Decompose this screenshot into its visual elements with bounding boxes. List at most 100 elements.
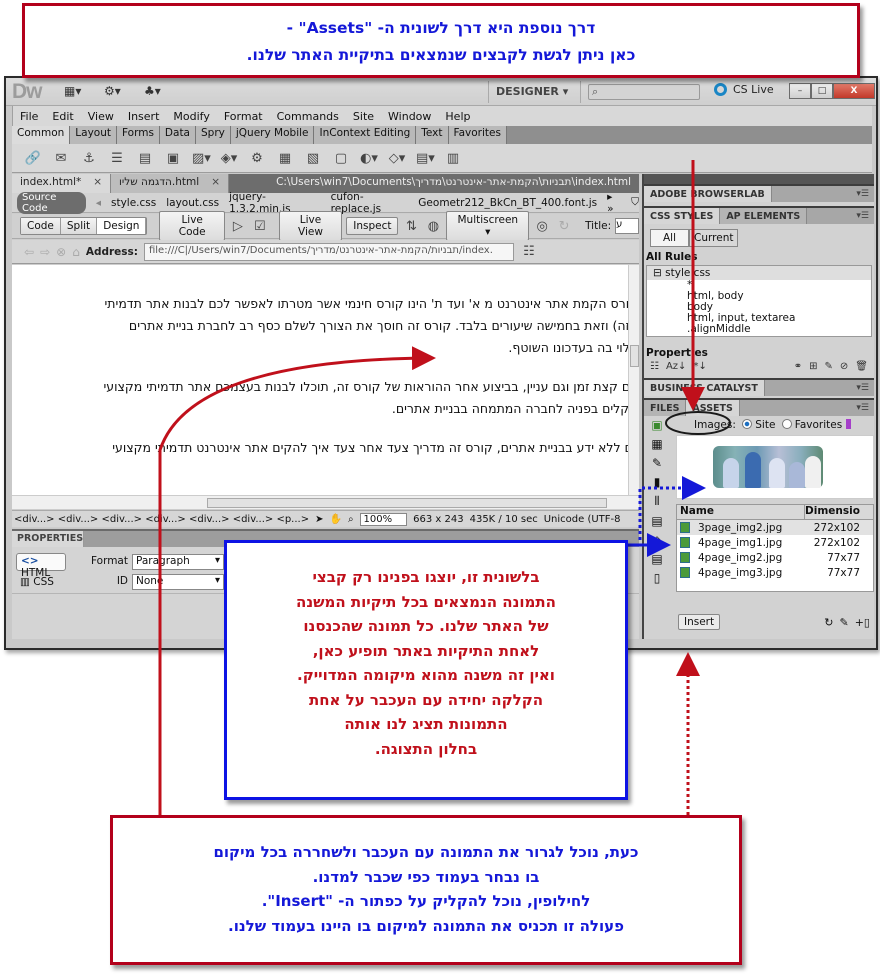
refresh-icon[interactable]: ↻ <box>555 219 573 234</box>
disable-icon[interactable]: ⊘ <box>840 361 848 372</box>
live-view-button[interactable]: Live View <box>278 211 343 241</box>
design-view-button[interactable]: Design <box>97 218 147 234</box>
code-view-button[interactable]: Code <box>21 218 61 234</box>
filter-icon[interactable]: ⛉ <box>631 196 639 209</box>
scripts-category-icon[interactable]: ◇ <box>652 533 661 547</box>
scroll-thumb[interactable] <box>630 345 639 367</box>
menu-view[interactable]: View <box>81 110 121 123</box>
asset-row[interactable]: 4page_img2.jpg 77x77 <box>677 550 873 565</box>
doc-tab-demo[interactable]: הדגמה שליו.html × <box>111 174 229 193</box>
menu-edit[interactable]: Edit <box>45 110 80 123</box>
favorites-radio-label[interactable]: Favorites <box>795 419 842 431</box>
related-file[interactable]: Geometr212_BkCn_BT_400.font.js <box>418 197 597 209</box>
preview-browser-icon[interactable]: ◍ <box>424 219 442 234</box>
file-management-icon[interactable]: ⇅ <box>402 219 420 234</box>
flash-category-icon[interactable]: ▮ <box>654 475 661 489</box>
window-size[interactable]: 663 x 243 <box>413 514 463 525</box>
back-icon[interactable]: ⇦ <box>24 245 34 259</box>
tab-files[interactable]: FILES <box>644 400 687 416</box>
design-view[interactable]: קורס הקמת אתר אינטרנט מ א' ועד ת' הינו ק… <box>12 265 628 495</box>
favorites-radio[interactable] <box>781 419 792 429</box>
menu-file[interactable]: File <box>13 110 45 123</box>
related-file[interactable]: style.css <box>111 197 156 209</box>
name-column-header[interactable]: Name <box>677 505 805 519</box>
templates-category-icon[interactable]: ▤ <box>651 552 662 566</box>
id-select[interactable]: None <box>132 574 224 590</box>
close-tab-icon[interactable]: × <box>211 176 220 188</box>
select-tool-icon[interactable]: ➤ <box>315 514 323 525</box>
css-rule[interactable]: .alignMiddle <box>647 324 871 335</box>
insert-tab-favorites[interactable]: Favorites <box>448 126 507 144</box>
multiscreen-button[interactable]: Multiscreen ▾ <box>446 211 530 241</box>
dimensions-column-header[interactable]: Dimensio <box>805 505 860 519</box>
head-icon[interactable]: ◐▾ <box>360 151 378 166</box>
library-category-icon[interactable]: ▯ <box>654 571 661 585</box>
tab-ap-elements[interactable]: AP ELEMENTS <box>720 208 808 224</box>
zoom-tool-icon[interactable]: ⌕ <box>348 514 354 525</box>
site-radio-label[interactable]: Site <box>755 419 775 431</box>
menu-format[interactable]: Format <box>217 110 270 123</box>
templates-icon[interactable]: ▤▾ <box>416 151 435 166</box>
related-file[interactable]: cufon-replace.js <box>331 191 409 215</box>
css-rule[interactable]: * <box>647 280 871 291</box>
minimize-button[interactable]: – <box>789 83 811 99</box>
stylesheet-node[interactable]: ⊟ style.css <box>647 266 871 280</box>
menu-commands[interactable]: Commands <box>270 110 346 123</box>
tab-css-styles[interactable]: CSS STYLES <box>644 208 721 224</box>
doc-tab-index[interactable]: index.html* × <box>12 174 112 193</box>
current-button[interactable]: Current <box>689 229 739 247</box>
media-icon[interactable]: ◈▾ <box>220 151 238 166</box>
insert-tab-spry[interactable]: Spry <box>196 126 231 144</box>
comment-icon[interactable]: ▢ <box>332 151 350 166</box>
home-icon[interactable]: ⌂ <box>72 245 80 259</box>
horizontal-rule-icon[interactable]: ☰ <box>108 151 126 166</box>
images-icon[interactable]: ▨▾ <box>192 151 211 166</box>
browser-options-icon[interactable]: ☷ <box>520 244 538 259</box>
panel-menu-icon[interactable]: ▾☰ <box>851 380 874 396</box>
extend-gear-icon[interactable]: ⚙▾ <box>104 84 121 98</box>
insert-button[interactable]: Insert <box>678 614 721 630</box>
tag-chooser-icon[interactable]: ▥ <box>444 151 462 166</box>
server-side-include-icon[interactable]: ▧ <box>304 151 322 166</box>
script-icon[interactable]: ◇▾ <box>388 151 406 166</box>
new-rule-icon[interactable]: ⊞ <box>809 361 817 372</box>
live-code-button[interactable]: Live Code <box>159 211 225 241</box>
source-code-button[interactable]: Source Code <box>17 191 86 214</box>
panel-menu-icon[interactable]: ▾☰ <box>851 400 874 416</box>
alpha-sort-icon[interactable]: Az↓ <box>666 361 686 372</box>
collapse-icon[interactable]: ⊟ <box>653 267 662 279</box>
insert-tab-common[interactable]: Common <box>12 126 71 144</box>
insert-tab-incontext-editing[interactable]: InContext Editing <box>314 126 417 144</box>
edit-rule-icon[interactable]: ✎ <box>825 361 833 372</box>
refresh-icon[interactable]: ↻ <box>824 616 833 629</box>
insert-tab-layout[interactable]: Layout <box>70 126 117 144</box>
movies-category-icon[interactable]: ▤ <box>651 514 662 528</box>
insert-div-icon[interactable]: ▣ <box>164 151 182 166</box>
table-icon[interactable]: ▤ <box>136 151 154 166</box>
date-icon[interactable]: ▦ <box>276 151 294 166</box>
scroll-thumb[interactable] <box>207 498 607 508</box>
shockwave-category-icon[interactable]: ⦀ <box>654 494 659 509</box>
address-input[interactable]: file:///C|/Users/win7/Documents/תבניות/ה… <box>143 242 514 261</box>
menu-help[interactable]: Help <box>438 110 477 123</box>
hand-tool-icon[interactable]: ✋ <box>329 514 341 525</box>
format-select[interactable]: Paragraph <box>132 554 224 570</box>
set-properties-icon[interactable]: *↓ <box>693 361 706 372</box>
validate-icon[interactable]: ☑ <box>251 219 269 234</box>
visual-aids-icon[interactable]: ◎ <box>533 219 551 234</box>
maximize-button[interactable]: □ <box>811 83 833 99</box>
help-search-input[interactable]: ⌕ <box>588 84 700 100</box>
horizontal-scrollbar[interactable] <box>12 495 639 509</box>
hyperlink-icon[interactable]: 🔗 <box>24 151 42 166</box>
menu-insert[interactable]: Insert <box>121 110 167 123</box>
close-tab-icon[interactable]: × <box>93 176 102 188</box>
close-button[interactable]: X <box>833 83 875 99</box>
asset-row[interactable]: 4page_img1.jpg 272x102 <box>677 535 873 550</box>
category-view-icon[interactable]: ☷ <box>650 361 659 372</box>
menu-site[interactable]: Site <box>346 110 381 123</box>
images-category-icon[interactable]: ▣ <box>651 418 662 432</box>
panel-menu-icon[interactable]: ▾☰ <box>851 186 874 202</box>
all-button[interactable]: All <box>650 229 690 247</box>
insert-tab-data[interactable]: Data <box>159 126 196 144</box>
title-input[interactable]: ע <box>615 218 640 234</box>
